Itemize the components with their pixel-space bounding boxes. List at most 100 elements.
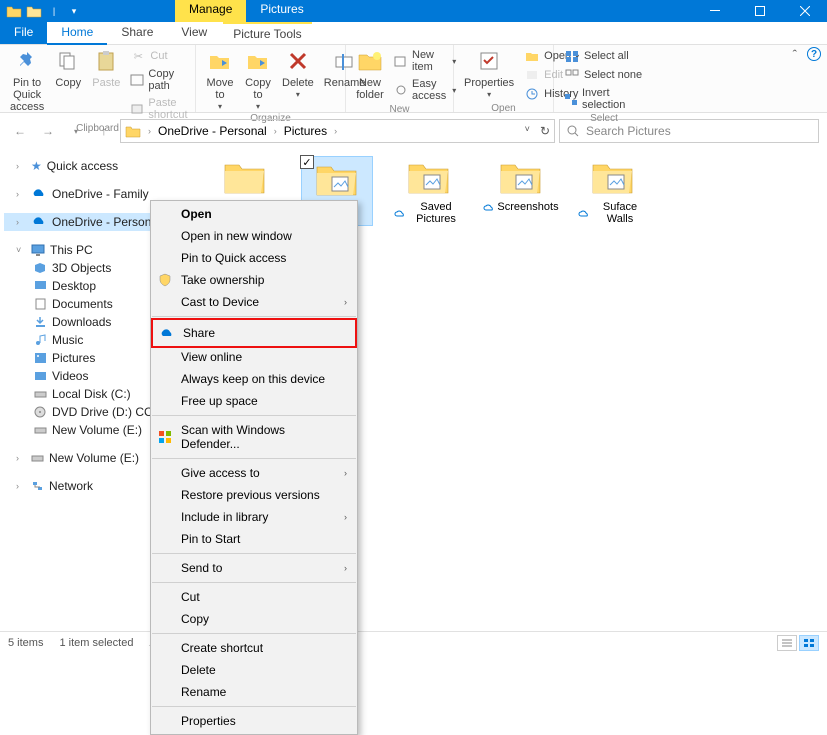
delete-button[interactable]: Delete▾ (278, 47, 318, 101)
file-tab[interactable]: File (0, 22, 47, 44)
close-button[interactable] (782, 0, 827, 22)
cloud-icon (31, 188, 47, 200)
paste-button[interactable]: Paste (88, 47, 124, 89)
cloud-icon (394, 209, 406, 218)
cm-delete[interactable]: Delete (151, 659, 357, 681)
picture-tools-tab[interactable]: Picture Tools (223, 22, 311, 44)
cm-open[interactable]: Open (151, 203, 357, 225)
drive-icon (31, 452, 44, 464)
cm-cast-to-device[interactable]: Cast to Device› (151, 291, 357, 313)
folder-label: Screenshots (497, 201, 558, 213)
separator (152, 458, 356, 459)
scissors-icon: ✂ (130, 49, 146, 63)
pin-to-quick-access-button[interactable]: Pin to Quick access (6, 47, 48, 113)
contextual-tab-manage: Manage (175, 0, 246, 22)
cm-copy[interactable]: Copy (151, 608, 357, 630)
cm-properties[interactable]: Properties (151, 710, 357, 732)
copy-path-icon (130, 73, 144, 87)
cm-include-library[interactable]: Include in library› (151, 506, 357, 528)
chevron-right-icon[interactable]: › (331, 126, 340, 136)
home-tab[interactable]: Home (47, 22, 107, 44)
copy-button[interactable]: Copy (50, 47, 86, 89)
new-folder-icon (356, 47, 384, 75)
checkbox-icon[interactable]: ✓ (300, 155, 314, 169)
folder-icon (590, 157, 636, 197)
cut-button[interactable]: ✂Cut (126, 47, 193, 65)
new-item-button[interactable]: New item ▾ (390, 47, 460, 75)
search-icon (566, 124, 580, 138)
statusbar: 5 items 1 item selected Available when o… (0, 631, 827, 653)
new-folder-button[interactable]: New folder (352, 47, 388, 101)
cm-free-up-space[interactable]: Free up space (151, 390, 357, 412)
minimize-button[interactable] (692, 0, 737, 22)
properties-button[interactable]: Properties▾ (460, 47, 518, 101)
breadcrumb-dropdown[interactable]: ˅ (525, 124, 530, 138)
delete-icon (284, 47, 312, 75)
cm-rename[interactable]: Rename (151, 681, 357, 703)
invert-selection-button[interactable]: Invert selection (560, 85, 648, 113)
cm-give-access[interactable]: Give access to› (151, 462, 357, 484)
collapse-ribbon-button[interactable]: ˆ (793, 47, 797, 62)
chevron-right-icon[interactable]: › (145, 126, 154, 136)
move-to-button[interactable]: Move to▾ (202, 47, 238, 113)
chevron-right-icon[interactable]: › (271, 126, 280, 136)
cm-pin-quick-access[interactable]: Pin to Quick access (151, 247, 357, 269)
cloud-icon (159, 325, 175, 341)
invert-icon (564, 92, 578, 106)
folder-icon (26, 3, 42, 19)
chevron-right-icon: › (344, 512, 347, 522)
status-selected-count: 1 item selected (59, 637, 133, 649)
qat-dropdown-icon[interactable]: ▾ (66, 3, 82, 19)
copy-to-button[interactable]: Copy to▾ (240, 47, 276, 113)
download-icon (34, 316, 47, 328)
cm-restore-previous[interactable]: Restore previous versions (151, 484, 357, 506)
titlebar: | ▾ Manage Pictures (0, 0, 827, 22)
cm-take-ownership[interactable]: Take ownership (151, 269, 357, 291)
select-all-button[interactable]: Select all (560, 47, 648, 65)
view-tab[interactable]: View (167, 22, 221, 44)
maximize-button[interactable] (737, 0, 782, 22)
folder-icon (125, 124, 141, 138)
cm-share[interactable]: Share (151, 318, 357, 348)
cloud-icon (483, 203, 495, 212)
cm-send-to[interactable]: Send to› (151, 557, 357, 579)
cm-always-keep[interactable]: Always keep on this device (151, 368, 357, 390)
separator (152, 706, 356, 707)
cm-cut[interactable]: Cut (151, 586, 357, 608)
view-details-button[interactable] (777, 635, 797, 651)
select-none-icon (564, 68, 580, 82)
folder-icon (406, 157, 452, 197)
picture-icon (34, 352, 47, 364)
folder-icon (6, 3, 22, 19)
folder-label: Suface Walls (592, 201, 648, 225)
nav-quick-access[interactable]: ›★Quick access (4, 157, 196, 175)
address-bar[interactable]: › OneDrive - Personal › Pictures › ˅ ↻ (120, 119, 555, 143)
cm-view-online[interactable]: View online (151, 346, 357, 368)
group-label: Open (460, 103, 547, 116)
folder-item[interactable]: Suface Walls (578, 157, 648, 225)
window-title: Pictures (246, 0, 317, 23)
cm-create-shortcut[interactable]: Create shortcut (151, 637, 357, 659)
share-tab[interactable]: Share (107, 22, 167, 44)
folder-item[interactable]: Screenshots (486, 157, 556, 225)
refresh-button[interactable]: ↻ (540, 124, 550, 138)
cm-scan-defender[interactable]: Scan with Windows Defender... (151, 419, 357, 455)
cm-open-new-window[interactable]: Open in new window (151, 225, 357, 247)
folder-item[interactable]: Saved Pictures (394, 157, 464, 225)
breadcrumb-item[interactable]: OneDrive - Personal (158, 124, 267, 138)
copy-to-icon (244, 47, 272, 75)
help-button[interactable]: ? (807, 47, 821, 61)
view-icons-button[interactable] (799, 635, 819, 651)
copy-path-button[interactable]: Copy path (126, 66, 193, 94)
chevron-right-icon: › (344, 297, 347, 307)
chevron-right-icon: › (344, 563, 347, 573)
drive-icon (34, 424, 47, 436)
music-icon (34, 334, 47, 346)
breadcrumb-item[interactable]: Pictures (284, 124, 327, 138)
shortcut-icon (130, 102, 144, 116)
select-none-button[interactable]: Select none (560, 66, 648, 84)
content-area: ›★Quick access ›OneDrive - Family ›OneDr… (0, 149, 827, 659)
search-placeholder: Search Pictures (586, 124, 671, 138)
easy-access-button[interactable]: Easy access ▾ (390, 76, 460, 104)
cm-pin-start[interactable]: Pin to Start (151, 528, 357, 550)
